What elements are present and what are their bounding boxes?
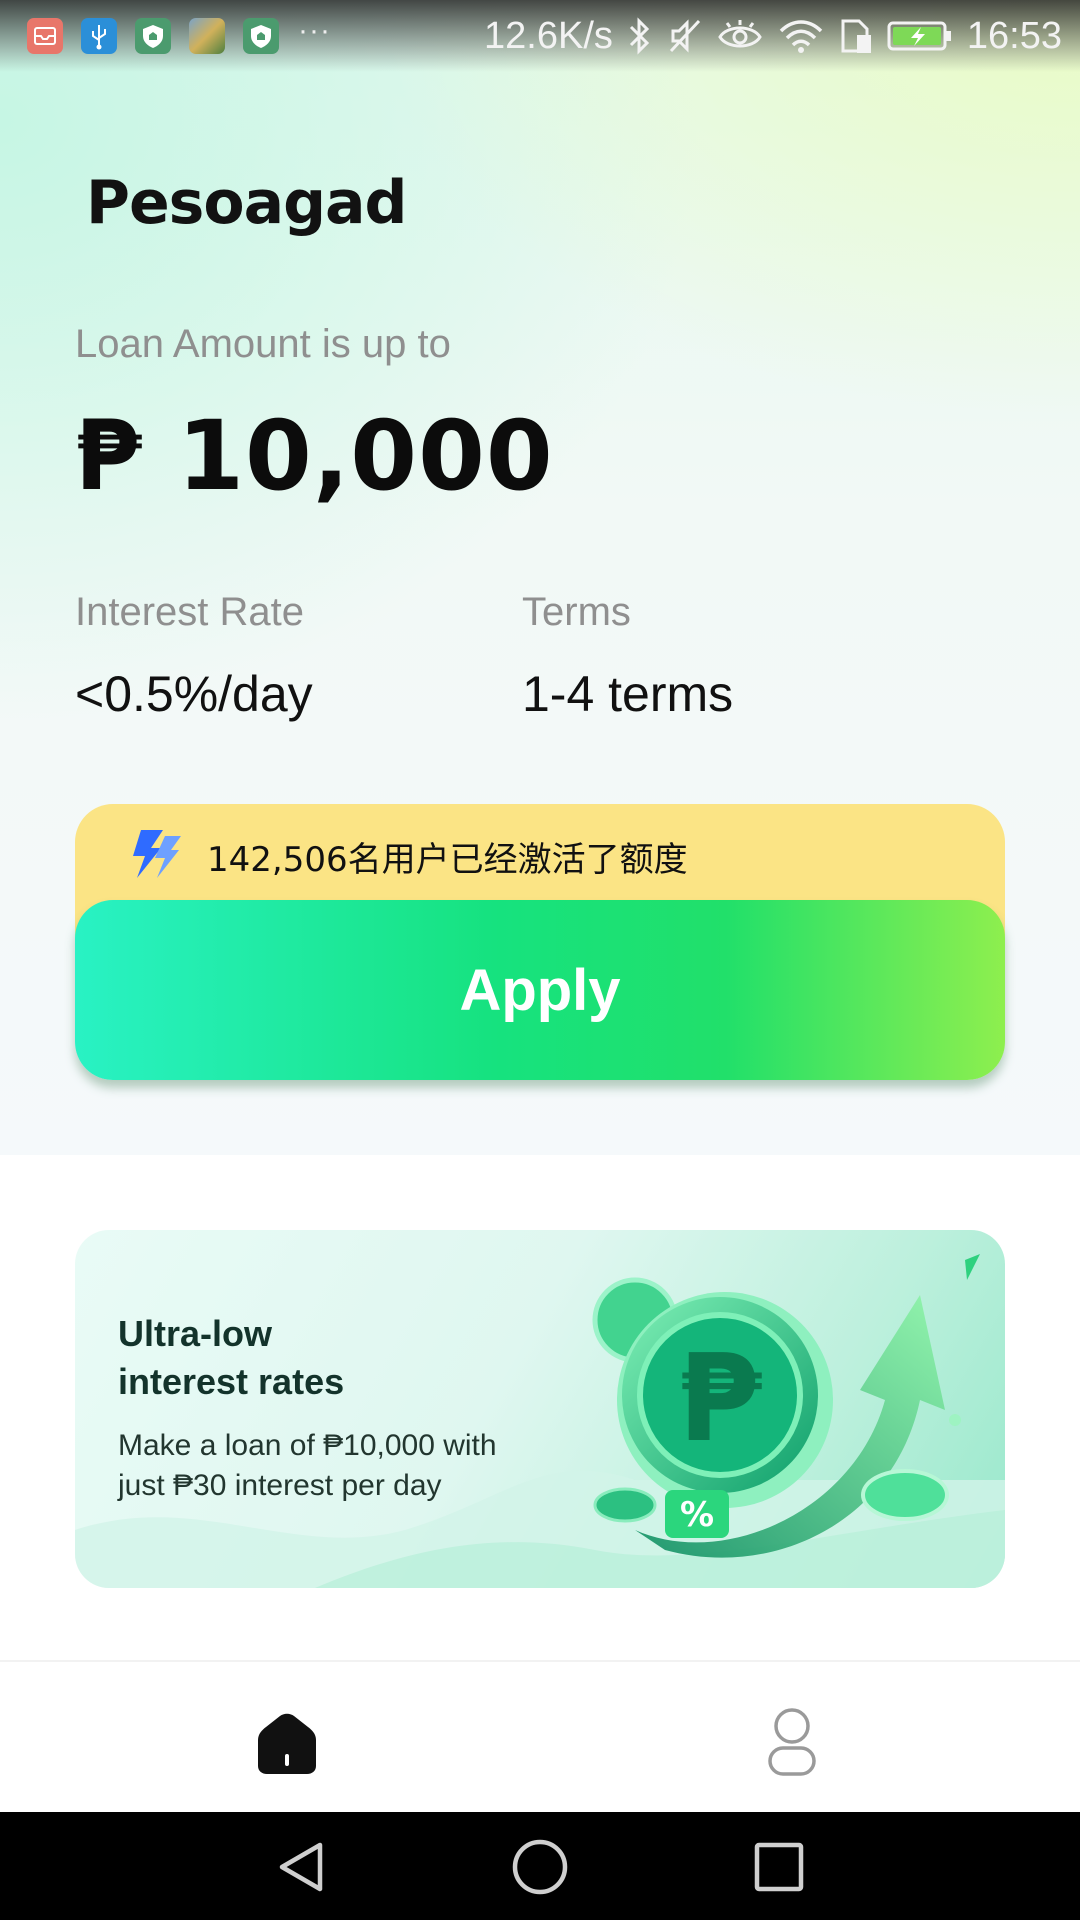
promo-title-line2: interest rates — [118, 1361, 345, 1402]
svg-text:₱: ₱ — [678, 1330, 762, 1469]
promo-title: Ultra-low interest rates — [118, 1310, 538, 1406]
wifi-icon — [779, 20, 823, 53]
promo-desc-line1: Make a loan of ₱10,000 with — [118, 1429, 497, 1462]
promo-title-line1: Ultra-low — [118, 1313, 273, 1354]
home-circle-icon[interactable] — [510, 1839, 570, 1895]
promo-card[interactable]: Ultra-low interest rates Make a loan of … — [75, 1230, 1005, 1588]
eye-icon — [718, 20, 762, 48]
brand-logo: Pesoagad — [86, 168, 407, 238]
sim-icon — [841, 19, 871, 53]
overflow-dots: ··· — [298, 14, 331, 47]
peso-coin-illustration: ₱ % — [592, 1254, 980, 1558]
shield-icon — [135, 18, 171, 54]
mute-icon — [669, 19, 701, 53]
back-icon[interactable] — [274, 1839, 328, 1895]
network-speed: 12.6K/s — [484, 14, 613, 57]
shield-icon — [243, 18, 279, 54]
system-navigation-bar — [0, 1812, 1080, 1920]
image-thumbnail-icon — [189, 18, 225, 54]
terms-label: Terms — [522, 590, 631, 634]
status-bar: ··· 12.6K/s 16:53 — [0, 0, 1080, 72]
lightning-icon — [133, 830, 181, 878]
battery-charging-icon — [887, 21, 951, 51]
loan-amount-label: Loan Amount is up to — [75, 322, 451, 366]
profile-icon[interactable] — [764, 1706, 820, 1778]
home-icon[interactable] — [252, 1712, 322, 1776]
percent-badge: % — [680, 1495, 714, 1535]
loan-amount-value: ₱ 10,000 — [75, 400, 554, 512]
promo-desc-line2: just ₱30 interest per day — [118, 1469, 442, 1502]
bluetooth-icon — [629, 17, 650, 55]
mail-icon — [27, 18, 63, 54]
activation-count-text: 142,506名用户已经激活了额度 — [207, 840, 688, 880]
terms-value: 1-4 terms — [522, 666, 734, 722]
usb-icon — [81, 18, 117, 54]
bottom-navigation — [0, 1660, 1080, 1812]
interest-rate-value: <0.5%/day — [75, 666, 313, 722]
recent-apps-icon[interactable] — [752, 1839, 806, 1895]
promo-description: Make a loan of ₱10,000 with just ₱30 int… — [118, 1426, 558, 1506]
interest-rate-label: Interest Rate — [75, 590, 305, 634]
apply-button[interactable]: Apply — [75, 900, 1005, 1080]
status-bar-system: 12.6K/s 16:53 — [484, 14, 1062, 58]
clock: 16:53 — [966, 14, 1062, 57]
